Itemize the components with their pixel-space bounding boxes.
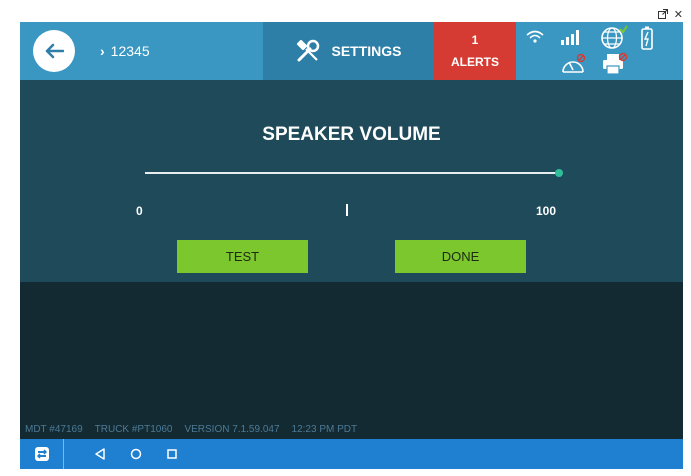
speedometer-icon: [560, 54, 586, 76]
signal-strength-icon: [560, 28, 584, 46]
wifi-icon: [526, 30, 544, 44]
content-area: MDT #47169 TRUCK #PT1060 VERSION 7.1.59.…: [20, 282, 683, 439]
alerts-label: ALERTS: [451, 55, 499, 69]
settings-label: SETTINGS: [331, 43, 402, 59]
truck-number: TRUCK #PT1060: [94, 424, 173, 435]
nav-back-icon[interactable]: [94, 448, 106, 460]
nav-buttons: [94, 448, 178, 460]
arrow-left-icon: [45, 43, 64, 59]
slider-thumb[interactable]: [555, 169, 563, 177]
android-nav-bar: [20, 439, 683, 469]
app-logo-icon: [34, 447, 49, 461]
printer-icon: [600, 52, 628, 76]
version-text: VERSION 7.1.59.047: [184, 424, 280, 435]
status-line: MDT #47169 TRUCK #PT1060 VERSION 7.1.59.…: [25, 424, 357, 435]
window-controls: ✕: [657, 9, 683, 22]
clock-time: 12:23 PM PDT: [291, 424, 358, 435]
tab-alerts[interactable]: 1 ALERTS: [434, 22, 516, 80]
wrench-screwdriver-icon: [297, 39, 320, 62]
test-button[interactable]: TEST: [177, 240, 308, 273]
mdt-number: MDT #47169: [25, 424, 83, 435]
tab-settings[interactable]: SETTINGS: [263, 22, 434, 80]
scale-max-label: 100: [536, 204, 557, 218]
status-icons: [516, 22, 683, 80]
breadcrumb-label: 12345: [110, 43, 150, 59]
globe-icon: [600, 24, 628, 50]
device-screen: › 12345 SETTINGS 1 ALERTS SPEAKER VOLUME…: [20, 22, 683, 469]
page-title: SPEAKER VOLUME: [262, 124, 441, 145]
nav-recents-icon[interactable]: [166, 448, 178, 460]
speaker-volume-panel: SPEAKER VOLUME 0 100 TEST DONE: [20, 80, 683, 282]
popout-icon[interactable]: [657, 9, 668, 22]
scale-mid-tick: [346, 204, 348, 216]
slider-track: [145, 172, 559, 174]
volume-slider[interactable]: [145, 165, 563, 181]
breadcrumb[interactable]: › 12345: [88, 22, 263, 80]
top-bar: › 12345 SETTINGS 1 ALERTS: [20, 22, 683, 80]
back-button[interactable]: [33, 30, 75, 72]
nav-home-icon[interactable]: [130, 448, 142, 460]
app-switch-button[interactable]: [20, 439, 64, 469]
alerts-count: 1: [471, 33, 479, 47]
back-area: [20, 22, 88, 80]
battery-icon: [641, 26, 653, 50]
close-icon[interactable]: ✕: [674, 9, 683, 22]
chevron-right-icon: ›: [100, 43, 105, 59]
scale-min-label: 0: [136, 204, 143, 218]
done-button[interactable]: DONE: [395, 240, 526, 273]
